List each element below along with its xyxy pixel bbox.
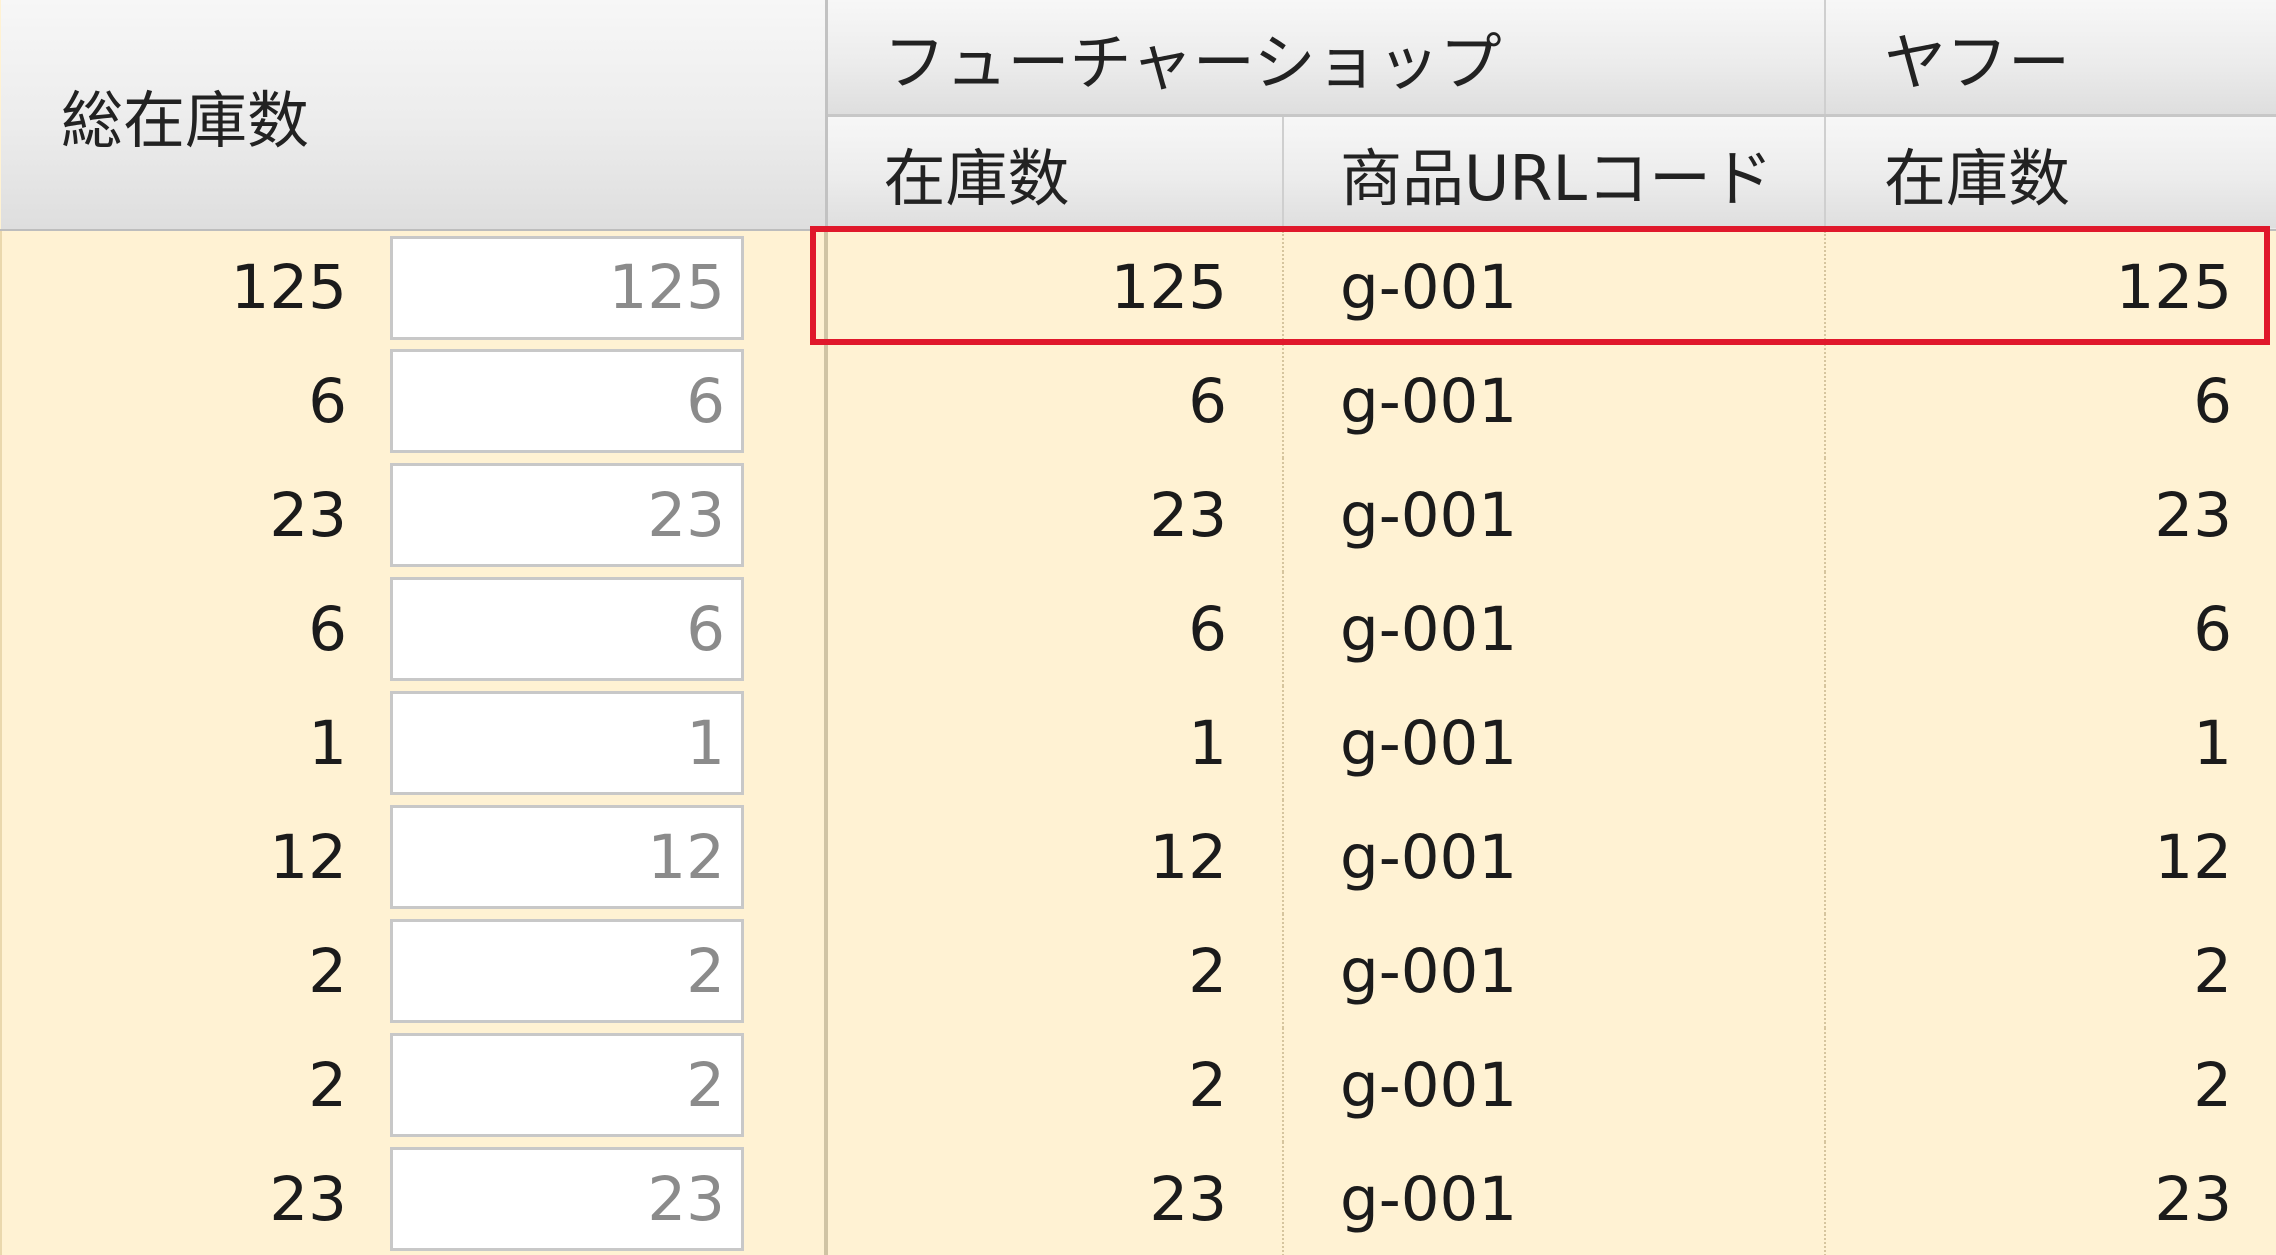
total-stock-cell: 23 (0, 1142, 388, 1255)
table-row[interactable]: 23 23 g-001 23 (0, 458, 2276, 572)
stock-input-cell (388, 230, 829, 344)
inventory-grid-page: 総在庫数 フューチャーショップ ヤフー 在庫数 商品URLコード 在庫数 125… (0, 0, 2276, 1255)
header-group-row: 総在庫数 フューチャーショップ ヤフー (1, 0, 2276, 231)
total-stock-cell: 6 (0, 344, 388, 458)
table-row[interactable]: 12 12 g-001 12 (0, 800, 2276, 914)
future-shop-stock-cell: 6 (826, 344, 1285, 458)
future-shop-url-code-header[interactable]: 商品URLコード (1283, 115, 1827, 231)
yahoo-stock-cell: 2 (1825, 1028, 2276, 1142)
table-header: 総在庫数 フューチャーショップ ヤフー 在庫数 商品URLコード 在庫数 (1, 0, 2276, 231)
future-shop-stock-cell: 1 (826, 686, 1285, 800)
future-shop-url-code-cell: g-001 (1283, 458, 1827, 572)
future-shop-stock-cell: 6 (826, 572, 1285, 686)
yahoo-stock-cell: 1 (1825, 686, 2276, 800)
future-shop-stock-cell: 23 (826, 458, 1285, 572)
stock-input[interactable] (390, 919, 744, 1023)
yahoo-group-header[interactable]: ヤフー (1825, 0, 2276, 117)
stock-input-cell (388, 1142, 829, 1255)
yahoo-stock-cell: 6 (1825, 344, 2276, 458)
yahoo-stock-cell: 6 (1825, 572, 2276, 686)
future-shop-stock-header[interactable]: 在庫数 (826, 115, 1285, 231)
future-shop-stock-cell: 125 (826, 230, 1285, 344)
yahoo-stock-cell: 12 (1825, 800, 2276, 914)
future-shop-url-code-cell: g-001 (1283, 572, 1827, 686)
stock-input-cell (388, 344, 829, 458)
total-stock-cell: 1 (0, 686, 388, 800)
yahoo-stock-cell: 2 (1825, 914, 2276, 1028)
future-shop-stock-cell: 12 (826, 800, 1285, 914)
yahoo-stock-header[interactable]: 在庫数 (1825, 115, 2276, 231)
future-shop-url-code-cell: g-001 (1283, 1142, 1827, 1255)
stock-input[interactable] (390, 349, 744, 453)
total-stock-cell: 12 (0, 800, 388, 914)
future-shop-stock-cell: 2 (826, 914, 1285, 1028)
yahoo-stock-cell: 23 (1825, 1142, 2276, 1255)
table-row[interactable]: 23 23 g-001 23 (0, 1142, 2276, 1255)
stock-input[interactable] (390, 577, 744, 681)
total-stock-cell: 2 (0, 914, 388, 1028)
stock-input[interactable] (390, 1147, 744, 1251)
future-shop-url-code-cell: g-001 (1283, 686, 1827, 800)
stock-input-cell (388, 572, 829, 686)
total-stock-cell: 125 (0, 230, 388, 344)
future-shop-stock-cell: 2 (826, 1028, 1285, 1142)
future-shop-group-header[interactable]: フューチャーショップ (826, 0, 1827, 117)
stock-input[interactable] (390, 235, 744, 340)
table-row[interactable]: 2 2 g-001 2 (0, 1028, 2276, 1142)
future-shop-url-code-cell: g-001 (1283, 800, 1827, 914)
table-row[interactable]: 2 2 g-001 2 (0, 914, 2276, 1028)
stock-input[interactable] (390, 463, 744, 567)
stock-input-cell (388, 686, 829, 800)
total-stock-cell: 23 (0, 458, 388, 572)
table-row[interactable]: 1 1 g-001 1 (0, 686, 2276, 800)
total-stock-cell: 2 (0, 1028, 388, 1142)
stock-input[interactable] (390, 805, 744, 909)
inventory-table: 総在庫数 フューチャーショップ ヤフー 在庫数 商品URLコード 在庫数 125… (0, 0, 2276, 1255)
future-shop-url-code-cell: g-001 (1283, 344, 1827, 458)
table-row[interactable]: 125 125 g-001 125 (0, 230, 2276, 344)
table-row[interactable]: 6 6 g-001 6 (0, 572, 2276, 686)
total-stock-header[interactable]: 総在庫数 (1, 0, 828, 231)
stock-input[interactable] (390, 1033, 744, 1137)
stock-input-cell (388, 458, 829, 572)
yahoo-stock-cell: 125 (1825, 230, 2276, 344)
stock-input-cell (388, 800, 829, 914)
stock-input[interactable] (390, 691, 744, 795)
table-body: 125 125 g-001 125 6 6 g-001 6 23 23 g-00… (0, 230, 2276, 1255)
table-row[interactable]: 6 6 g-001 6 (0, 344, 2276, 458)
future-shop-url-code-cell: g-001 (1283, 914, 1827, 1028)
yahoo-stock-cell: 23 (1825, 458, 2276, 572)
future-shop-url-code-cell: g-001 (1283, 230, 1827, 344)
stock-input-cell (388, 914, 829, 1028)
stock-input-cell (388, 1028, 829, 1142)
future-shop-url-code-cell: g-001 (1283, 1028, 1827, 1142)
future-shop-stock-cell: 23 (826, 1142, 1285, 1255)
total-stock-cell: 6 (0, 572, 388, 686)
